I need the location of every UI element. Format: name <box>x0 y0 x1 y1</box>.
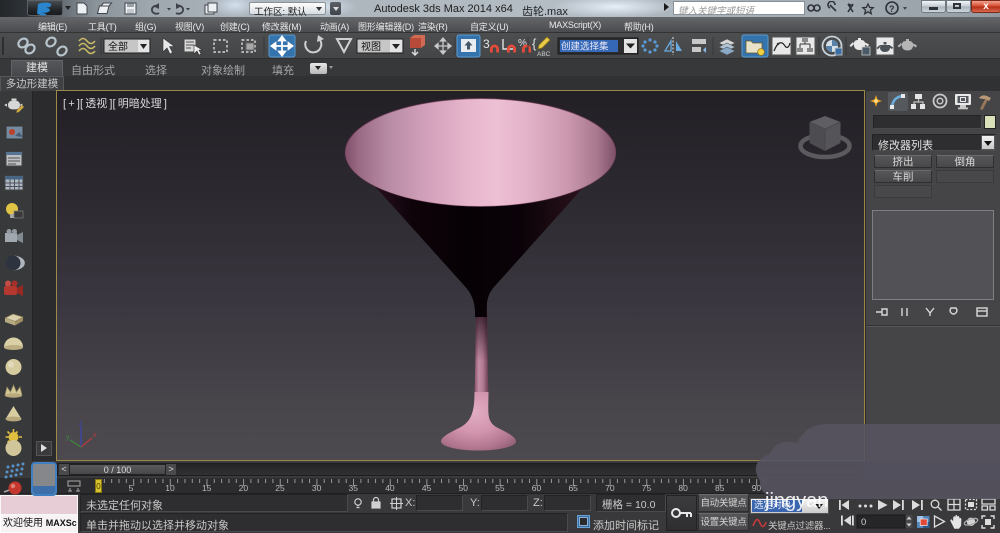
svg-text:{: { <box>532 36 537 51</box>
svg-text:创建选择集: 创建选择集 <box>561 41 609 53</box>
svg-text:ABC: ABC <box>537 51 551 58</box>
svg-text:全部: 全部 <box>108 40 128 53</box>
svg-text:?: ? <box>889 4 895 14</box>
svg-text:3: 3 <box>483 37 490 51</box>
svg-text:0: 0 <box>861 517 866 528</box>
svg-text:视图: 视图 <box>361 40 381 53</box>
